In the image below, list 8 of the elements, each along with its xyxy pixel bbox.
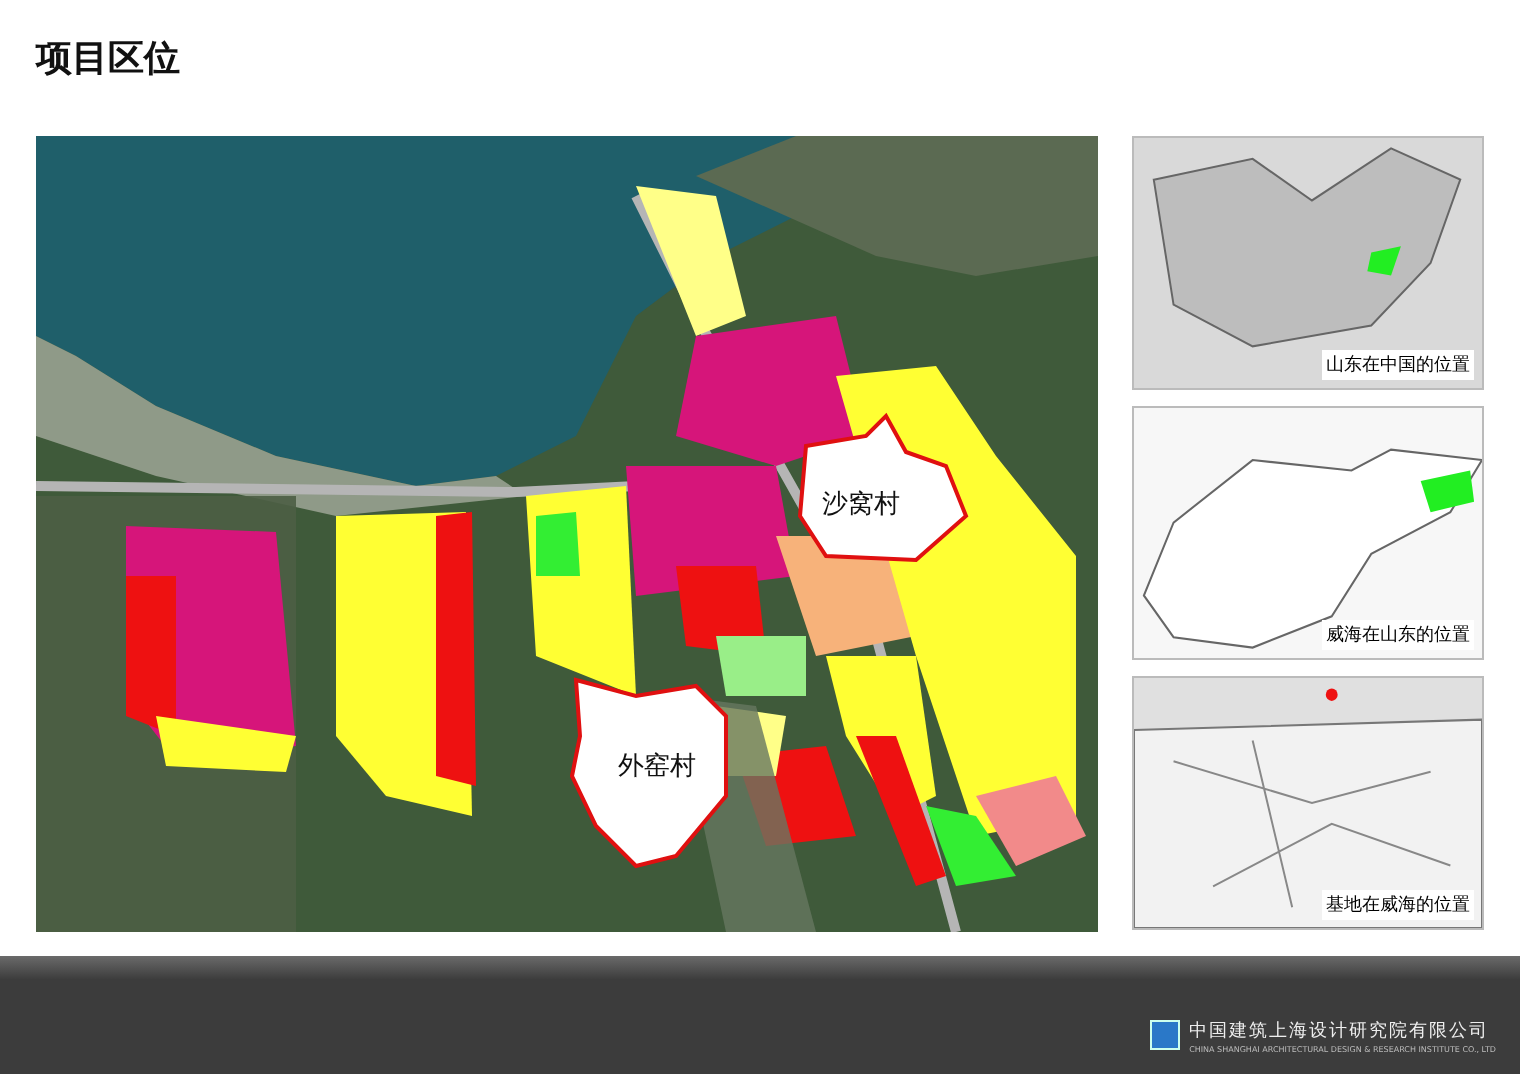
logo-icon [1149, 1020, 1180, 1050]
village-label: 外窑村 [618, 750, 696, 784]
page-title: 项目区位 [36, 36, 182, 84]
map-caption: 威海在山东的位置 [1322, 620, 1474, 650]
map-caption: 山东在中国的位置 [1322, 350, 1474, 380]
village-label: 沙窝村 [822, 488, 900, 522]
company-name: 中国建筑上海设计研究院有限公司 [1189, 1019, 1492, 1043]
map-caption: 基地在威海的位置 [1322, 890, 1474, 920]
